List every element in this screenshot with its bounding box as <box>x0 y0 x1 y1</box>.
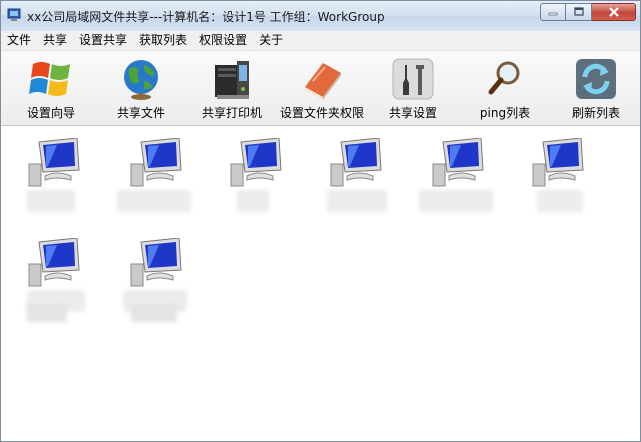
computer-name <box>327 190 387 212</box>
menu-permissions[interactable]: 权限设置 <box>193 31 253 50</box>
close-button[interactable] <box>592 3 636 21</box>
setup-wizard-button[interactable]: 设置向导 <box>21 51 81 125</box>
minimize-icon <box>548 12 558 16</box>
refresh-list-label: 刷新列表 <box>571 106 620 120</box>
computer-icon <box>432 138 484 187</box>
computer-name-line2 <box>27 304 67 322</box>
computer-name <box>237 190 269 212</box>
app-icon <box>7 8 21 21</box>
minimize-button[interactable] <box>540 3 566 21</box>
computer-icon <box>28 138 80 187</box>
close-icon <box>608 7 619 17</box>
computer-icon <box>28 238 80 287</box>
computer-item[interactable] <box>515 138 595 228</box>
book-icon <box>305 63 341 100</box>
folder-permissions-label: 设置文件夹权限 <box>279 106 364 120</box>
ping-list-button[interactable]: ping列表 <box>475 51 535 125</box>
computer-item[interactable] <box>213 138 293 228</box>
computer-item[interactable] <box>11 138 91 228</box>
computer-icon <box>532 138 584 187</box>
computer-item[interactable] <box>313 138 393 228</box>
computer-name <box>419 190 493 212</box>
share-printer-button[interactable]: 共享打印机 <box>201 51 263 125</box>
maximize-icon <box>573 7 584 16</box>
share-settings-label: 共享设置 <box>388 106 437 120</box>
ping-list-label: ping列表 <box>479 106 531 120</box>
share-file-label: 共享文件 <box>116 106 165 120</box>
computer-icon <box>230 138 282 187</box>
refresh-list-button[interactable]: 刷新列表 <box>565 51 627 125</box>
maximize-button[interactable] <box>566 3 592 21</box>
windows-logo-icon <box>29 62 70 96</box>
computer-name <box>27 190 75 212</box>
menu-get-list[interactable]: 获取列表 <box>133 31 193 50</box>
computer-item[interactable] <box>11 238 91 328</box>
printer-server-icon <box>215 61 249 99</box>
computer-item[interactable] <box>415 138 495 228</box>
menu-share[interactable]: 共享 <box>37 31 73 50</box>
menu-bar: 文件 共享 设置共享 获取列表 权限设置 关于 <box>1 31 640 51</box>
computer-list <box>1 126 640 441</box>
magnifier-icon <box>488 61 520 95</box>
computer-name-line2 <box>131 304 177 322</box>
menu-file[interactable]: 文件 <box>1 31 37 50</box>
setup-wizard-label: 设置向导 <box>26 106 75 120</box>
menu-share-settings[interactable]: 设置共享 <box>73 31 133 50</box>
window-controls <box>540 3 636 21</box>
globe-icon <box>124 60 158 100</box>
computer-item[interactable] <box>113 138 193 228</box>
app-window: xx公司局域网文件共享---计算机名：设计1号 工作组：WorkGroup 文件… <box>0 0 641 442</box>
title-bar[interactable]: xx公司局域网文件共享---计算机名：设计1号 工作组：WorkGroup <box>1 1 640 31</box>
computer-item[interactable] <box>113 238 193 328</box>
computer-icon <box>130 138 182 187</box>
computer-icon <box>330 138 382 187</box>
toolbar: 设置向导 共享文件 共享打印机 设置文件夹权限 共享设置 ping列表 刷新列表 <box>1 51 640 126</box>
computer-icon <box>130 238 182 287</box>
computer-name <box>537 190 583 212</box>
computer-name <box>117 190 191 212</box>
folder-permissions-button[interactable]: 设置文件夹权限 <box>279 51 365 125</box>
share-printer-label: 共享打印机 <box>201 106 262 120</box>
share-settings-button[interactable]: 共享设置 <box>386 51 440 125</box>
refresh-icon <box>576 59 616 99</box>
menu-about[interactable]: 关于 <box>253 31 289 50</box>
tools-icon <box>392 58 434 100</box>
share-file-button[interactable]: 共享文件 <box>111 51 171 125</box>
window-title: xx公司局域网文件共享---计算机名：设计1号 工作组：WorkGroup <box>27 10 385 24</box>
